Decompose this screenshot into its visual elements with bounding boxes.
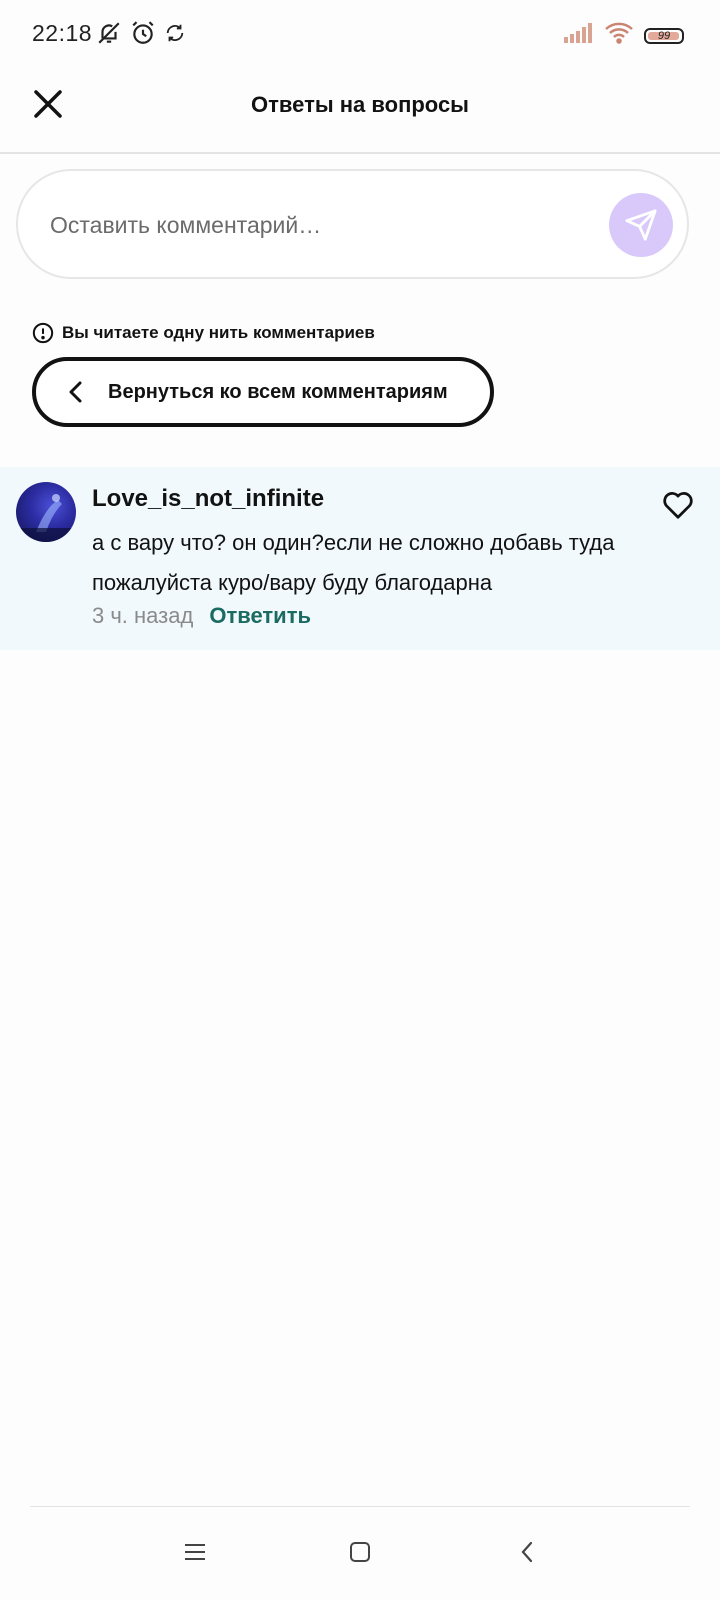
comment-meta: 3 ч. назад Ответить [92, 603, 311, 629]
info-icon [32, 322, 54, 344]
header: Ответы на вопросы [0, 70, 720, 154]
menu-button[interactable] [173, 1530, 217, 1574]
comment-author[interactable]: Love_is_not_infinite [92, 485, 324, 513]
comment-text: а с вару что? он один?если не сложно доб… [92, 530, 615, 595]
bell-off-icon [96, 20, 122, 51]
nav-divider [30, 1506, 690, 1507]
thread-notice-text: Вы читаете одну нить комментариев [62, 323, 375, 342]
status-bar: 22:18 99 [0, 0, 720, 70]
comment-card: Love_is_not_infinite а с вару что? он од… [0, 467, 720, 650]
back-button[interactable] [505, 1530, 549, 1574]
sync-icon [164, 22, 186, 49]
back-to-all-comments-button[interactable]: Вернуться ко всем комментариям [32, 357, 494, 427]
reply-button[interactable]: Ответить [209, 603, 311, 629]
alarm-icon [130, 20, 156, 51]
menu-icon [185, 1544, 205, 1560]
status-time: 22:18 [32, 20, 93, 46]
thread-notice: Вы читаете одну нить комментариев [32, 322, 375, 344]
wifi-icon [604, 22, 634, 49]
battery-icon: 99 [644, 27, 684, 44]
like-button[interactable] [660, 487, 696, 523]
comment-input-container [16, 169, 689, 279]
chevron-left-icon [66, 380, 86, 404]
send-button[interactable] [609, 193, 673, 257]
comment-time: 3 ч. назад [92, 603, 194, 628]
signal-icon [564, 23, 594, 48]
comment-input[interactable] [48, 201, 592, 249]
status-icons-left [96, 20, 186, 51]
heart-outline-icon [663, 492, 693, 519]
page-title: Ответы на вопросы [251, 92, 469, 117]
home-button[interactable] [338, 1530, 382, 1574]
status-icons-right: 99 [564, 22, 684, 49]
home-square-icon [350, 1542, 370, 1562]
battery-level: 99 [657, 29, 671, 42]
system-nav-bar [0, 1530, 720, 1580]
avatar[interactable] [16, 482, 76, 542]
back-button-label: Вернуться ко всем комментариям [108, 380, 448, 403]
back-icon [521, 1541, 533, 1563]
send-icon [625, 209, 657, 241]
